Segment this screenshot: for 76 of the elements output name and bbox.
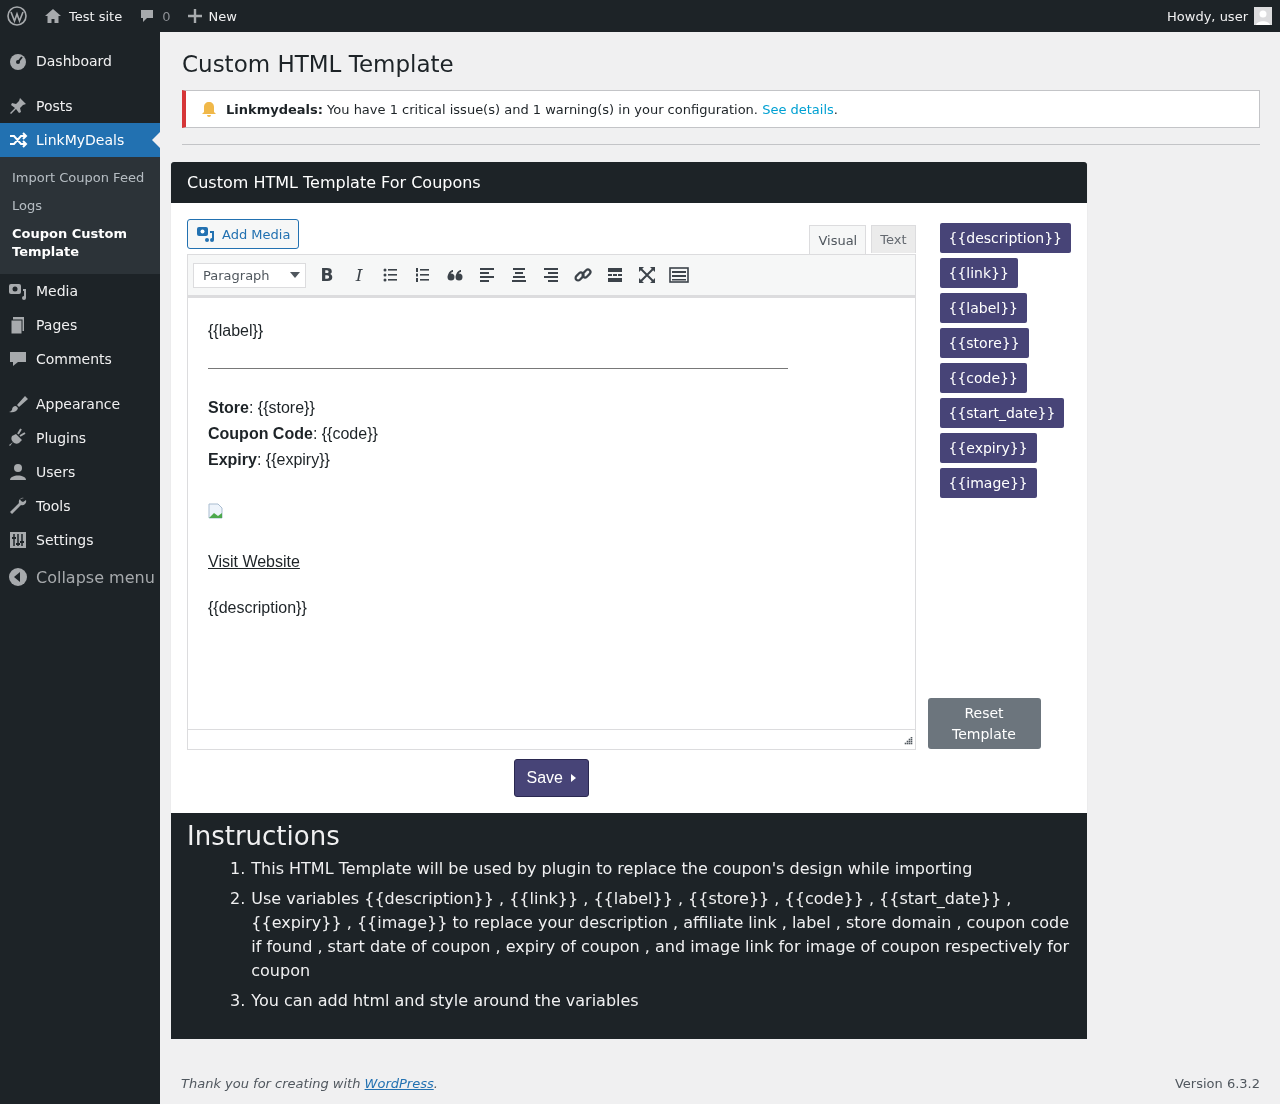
bold-button[interactable]: B	[311, 265, 343, 285]
menu-item[interactable]: Tools	[0, 489, 160, 523]
instruction-text: This HTML Template will be used by plugin to replace the coupon's design while importing	[251, 858, 973, 880]
home-icon[interactable]	[44, 8, 62, 24]
submenu-item[interactable]: Import Coupon Feed	[0, 164, 160, 192]
wrench-icon	[8, 496, 28, 516]
italic-button[interactable]: I	[343, 265, 375, 285]
new-link[interactable]: New	[208, 8, 237, 24]
media-icon	[8, 281, 28, 301]
comment-icon	[8, 349, 28, 369]
dashboard-icon	[8, 51, 28, 71]
instruction-text: Use variables {{description}} , {{link}} , {{label}} , {{store}} , {{code}} , {{start_date}} , {{expiry}} , {{image}} to replace your description , affiliate link , label , store domain , coupon code if found , start date of coupon , expiry of coupon , and image link for image of coupon respectively for coupon	[251, 888, 1071, 982]
pushpin-icon	[8, 96, 28, 116]
variable-button[interactable]: {{link}}	[939, 258, 1018, 288]
collapse-menu-button[interactable]: Collapse menu	[0, 560, 160, 594]
plus-icon[interactable]	[187, 9, 202, 23]
variable-button[interactable]: {{start_date}}	[939, 398, 1065, 428]
format-dropdown[interactable]: Paragraph	[193, 262, 306, 288]
user-icon	[8, 462, 28, 482]
panel-header: Custom HTML Template For Coupons	[171, 162, 1087, 203]
add-media-button[interactable]: Add Media	[187, 219, 300, 249]
content-text: {{description}}	[208, 599, 308, 617]
site-name-link[interactable]: Test site	[69, 8, 123, 24]
caret-icon	[290, 272, 300, 278]
content-text: Coupon Code: {{code}}	[208, 424, 379, 444]
content-text: Expiry: {{expiry}}	[208, 450, 331, 470]
submenu-item[interactable]: Coupon Custom Template	[0, 220, 160, 266]
footer-text: Thank you for creating with WordPress.	[181, 1076, 438, 1091]
submenu-item[interactable]: Logs	[0, 192, 160, 220]
avatar-icon	[1254, 7, 1272, 25]
reset-template-button[interactable]: Reset Template	[927, 698, 1041, 749]
menu-item[interactable]: Appearance	[0, 387, 160, 421]
save-button[interactable]: Save	[513, 759, 589, 797]
variable-button[interactable]: {{label}}	[939, 293, 1027, 323]
content-text: Store: {{store}}	[208, 398, 316, 418]
variable-button[interactable]: {{code}}	[939, 363, 1027, 393]
menu-item[interactable]: Plugins	[0, 421, 160, 455]
variable-button[interactable]: {{image}}	[939, 468, 1037, 498]
menu-item[interactable]: Posts	[0, 89, 160, 123]
list-number: 2.	[230, 888, 246, 910]
variable-button[interactable]: {{description}}	[939, 223, 1071, 253]
menu-item[interactable]: Comments	[0, 342, 160, 376]
wordpress-logo-icon[interactable]	[7, 6, 27, 26]
comment-icon[interactable]	[139, 8, 156, 24]
editor-tab[interactable]: Text	[871, 225, 916, 253]
shuffle-icon	[8, 130, 28, 150]
greeting-link[interactable]: Howdy, user	[1167, 8, 1248, 24]
instruction-text: You can add html and style around the variables	[251, 990, 639, 1012]
instructions-title: Instructions	[187, 820, 341, 853]
visit-website-link[interactable]: Visit Website	[208, 553, 300, 570]
menu-item[interactable]: Dashboard	[0, 44, 160, 78]
menu-item[interactable]: Settings	[0, 523, 160, 557]
resize-handle-icon[interactable]	[902, 737, 913, 747]
broken-image-icon	[208, 503, 224, 519]
content-text: {{label}}	[208, 322, 265, 340]
menu-item[interactable]: Pages	[0, 308, 160, 342]
menu-item[interactable]: Media	[0, 274, 160, 308]
wordpress-link[interactable]: WordPress	[364, 1076, 434, 1091]
comment-count[interactable]: 0	[162, 8, 171, 24]
menu-item[interactable]: Users	[0, 455, 160, 489]
caret-right-icon	[571, 774, 576, 782]
paintbrush-icon	[8, 394, 28, 414]
list-number: 1.	[230, 858, 246, 880]
editor-tab[interactable]: Visual	[809, 225, 867, 254]
page-title: Custom HTML Template	[182, 50, 455, 79]
variable-button[interactable]: {{store}}	[939, 328, 1029, 358]
notice-text: Linkmydeals: You have 1 critical issue(s) and 1 warning(s) in your configuration. See details.	[226, 101, 838, 117]
list-number: 3.	[230, 990, 246, 1012]
editor-content[interactable]: {{label}} Store: {{store}} Coupon Code: {{code}} Expiry: {{expiry}} Visit Website {{description}}	[187, 296, 916, 729]
sliders-icon	[8, 530, 28, 550]
media-icon	[196, 225, 216, 243]
menu-item[interactable]: LinkMyDeals	[0, 123, 160, 157]
plug-icon	[8, 428, 28, 448]
variable-button[interactable]: {{expiry}}	[939, 433, 1037, 463]
version-text: Version 6.3.2	[1175, 1076, 1260, 1091]
bell-icon	[202, 101, 216, 117]
